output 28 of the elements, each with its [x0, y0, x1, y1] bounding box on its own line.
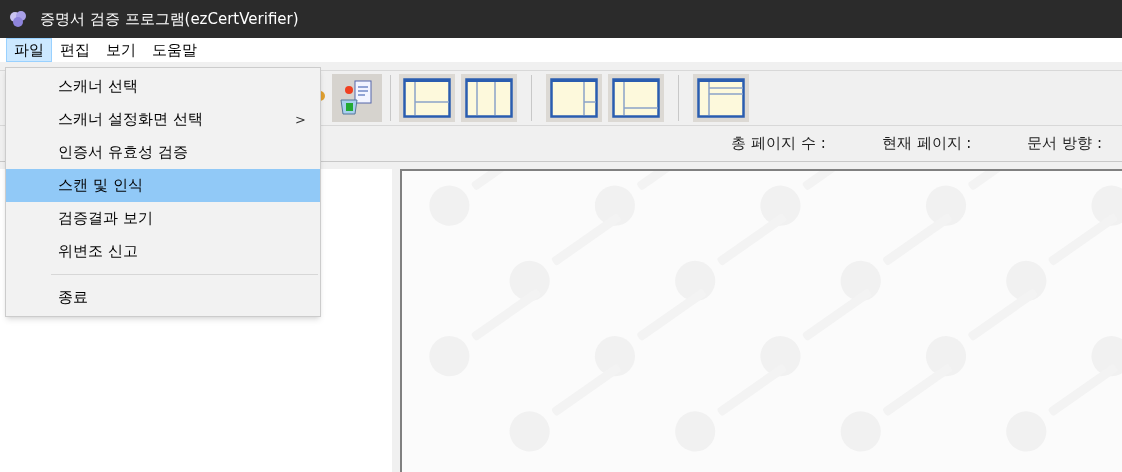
layout-button[interactable]: [461, 74, 517, 122]
menu-option[interactable]: 스캐너 설정화면 선택 >: [6, 103, 320, 136]
menu-option[interactable]: 인증서 유효성 검증: [6, 136, 320, 169]
info-label: 현재 페이지 :: [881, 133, 972, 155]
menu-item[interactable]: 편집: [52, 38, 98, 62]
layout-icon: [612, 78, 660, 118]
window-title: 증명서 검증 프로그램(ezCertVerifier): [40, 8, 299, 30]
menu-option[interactable]: 스캐너 선택: [6, 70, 320, 103]
layout-icon: [465, 78, 513, 118]
menu-item[interactable]: 도움말: [144, 38, 205, 62]
menu-option[interactable]: 스캔 및 인식: [6, 169, 320, 202]
menu-option[interactable]: 위변조 신고: [6, 235, 320, 268]
menu-option[interactable]: 검증결과 보기: [6, 202, 320, 235]
layout-button[interactable]: [608, 74, 664, 122]
layout-button[interactable]: [399, 74, 455, 122]
layout-button[interactable]: [693, 74, 749, 122]
info-label: 총 페이지 수 :: [731, 133, 826, 155]
layout-button[interactable]: [546, 74, 602, 122]
submenu-arrow: >: [295, 110, 306, 129]
certificate-button[interactable]: [332, 74, 382, 122]
app-icon: [8, 9, 28, 29]
menu-item[interactable]: 보기: [98, 38, 144, 62]
layout-icon: [697, 78, 745, 118]
info-label: 문서 방향 :: [1027, 133, 1102, 155]
layout-icon: [403, 78, 451, 118]
layout-icon: [550, 78, 598, 118]
menu-option[interactable]: 종료: [6, 281, 320, 314]
menu-item[interactable]: 파일: [6, 38, 52, 62]
